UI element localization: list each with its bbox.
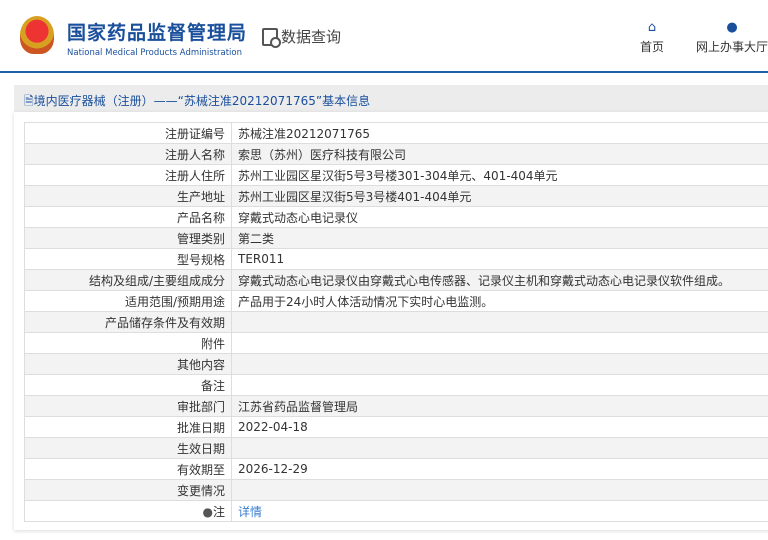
field-value: 穿戴式动态心电记录仪由穿戴式心电传感器、记录仪主机和穿戴式动态心电记录仪软件组成… <box>231 269 768 291</box>
table-row: 结构及组成/主要组成成分 穿戴式动态心电记录仪由穿戴式心电传感器、记录仪主机和穿戴… <box>24 269 768 291</box>
field-label: 注册证编号 <box>24 122 232 144</box>
field-value: 苏州工业园区星汉街5号3号楼401-404单元 <box>231 185 768 207</box>
field-value: 2022-04-18 <box>231 416 768 438</box>
field-value: 第二类 <box>231 227 768 249</box>
field-label: 注册人名称 <box>24 143 232 165</box>
breadcrumb-text: 境内医疗器械（注册）——“苏械注准20212071765”基本信息 <box>33 94 371 108</box>
site-title-en: National Medical Products Administration <box>67 48 242 58</box>
field-value <box>231 311 768 333</box>
table-row: 生产地址 苏州工业园区星汉街5号3号楼401-404单元 <box>24 185 768 207</box>
field-value: TER011 <box>231 248 768 270</box>
field-label: 其他内容 <box>24 353 232 375</box>
field-value: 苏械注准20212071765 <box>231 122 768 144</box>
site-brand[interactable]: 国家药品监督管理局 National Medical Products Admi… <box>67 18 247 58</box>
field-label: 变更情况 <box>24 479 232 501</box>
field-label: 生效日期 <box>24 437 232 459</box>
nav-home[interactable]: ⌂ 首页 <box>640 20 664 55</box>
table-row: 有效期至 2026-12-29 <box>24 458 768 480</box>
field-label: 有效期至 <box>24 458 232 480</box>
field-label: 适用范围/预期用途 <box>24 290 232 312</box>
note-label: 注 <box>212 504 225 519</box>
home-icon: ⌂ <box>647 20 657 35</box>
detail-table: 注册证编号 苏械注准20212071765 注册人名称 索思（苏州）医疗科技有限公司注… <box>24 122 768 522</box>
field-value: 2026-12-29 <box>231 458 768 480</box>
data-search-icon <box>262 27 281 48</box>
nav-online-hall-label: 网上办事大厅 <box>696 40 768 54</box>
nav-online-hall[interactable]: ● 网上办事大厅 <box>696 20 768 55</box>
field-value <box>231 374 768 396</box>
table-row: 批准日期 2022-04-18 <box>24 416 768 438</box>
user-icon: ● <box>726 20 738 35</box>
field-label: 生产地址 <box>24 185 232 207</box>
field-label: 注册人住所 <box>24 164 232 186</box>
table-row: 生效日期 <box>24 437 768 459</box>
site-title-cn: 国家药品监督管理局 <box>67 22 248 44</box>
table-row: 注册人名称 索思（苏州）医疗科技有限公司 <box>24 143 768 165</box>
table-row: 变更情况 <box>24 479 768 501</box>
table-row: 适用范围/预期用途 产品用于24小时人体活动情况下实时心电监测。 <box>24 290 768 312</box>
table-row: 管理类别 第二类 <box>24 227 768 249</box>
field-label: ●注 <box>24 500 232 522</box>
field-value: 穿戴式动态心电记录仪 <box>231 206 768 228</box>
detail-panel: 注册证编号 苏械注准20212071765 注册人名称 索思（苏州）医疗科技有限公司注… <box>14 112 768 530</box>
field-label: 结构及组成/主要组成成分 <box>24 269 232 291</box>
section-label: 数据查询 <box>281 28 342 46</box>
nav-home-label: 首页 <box>640 40 665 54</box>
table-row: 产品名称 穿戴式动态心电记录仪 <box>24 206 768 228</box>
table-row: 型号规格 TER011 <box>24 248 768 270</box>
table-row: 其他内容 <box>24 353 768 375</box>
table-row: 产品储存条件及有效期 <box>24 311 768 333</box>
table-row: 注册人住所 苏州工业园区星汉街5号3号楼301-304单元、401-404单元 <box>24 164 768 186</box>
field-value <box>231 353 768 375</box>
field-value <box>231 332 768 354</box>
document-icon: 🗎 <box>24 94 34 108</box>
field-value: 索思（苏州）医疗科技有限公司 <box>231 143 768 165</box>
field-value: 产品用于24小时人体活动情况下实时心电监测。 <box>231 290 768 312</box>
site-header: 国家药品监督管理局 National Medical Products Admi… <box>0 0 768 73</box>
field-value: 详情 <box>231 500 768 522</box>
field-label: 产品名称 <box>24 206 232 228</box>
field-value: 苏州工业园区星汉街5号3号楼301-304单元、401-404单元 <box>231 164 768 186</box>
field-label: 备注 <box>24 374 232 396</box>
field-value <box>231 437 768 459</box>
details-link[interactable]: 详情 <box>238 505 262 519</box>
section-title: 数据查询 <box>262 26 342 48</box>
table-row: 附件 <box>24 332 768 354</box>
pin-icon: ● <box>202 504 213 519</box>
breadcrumb: 🗎境内医疗器械（注册）——“苏械注准20212071765”基本信息 <box>14 85 768 112</box>
field-label: 批准日期 <box>24 416 232 438</box>
table-row: 备注 <box>24 374 768 396</box>
field-label: 附件 <box>24 332 232 354</box>
table-row: 注册证编号 苏械注准20212071765 <box>24 122 768 144</box>
field-label: 型号规格 <box>24 248 232 270</box>
field-label: 产品储存条件及有效期 <box>24 311 232 333</box>
table-row: 审批部门 江苏省药品监督管理局 <box>24 395 768 417</box>
table-row-note: ●注 详情 <box>24 500 768 522</box>
national-emblem-logo <box>20 16 54 54</box>
field-label: 审批部门 <box>24 395 232 417</box>
field-label: 管理类别 <box>24 227 232 249</box>
field-value <box>231 479 768 501</box>
field-value: 江苏省药品监督管理局 <box>231 395 768 417</box>
